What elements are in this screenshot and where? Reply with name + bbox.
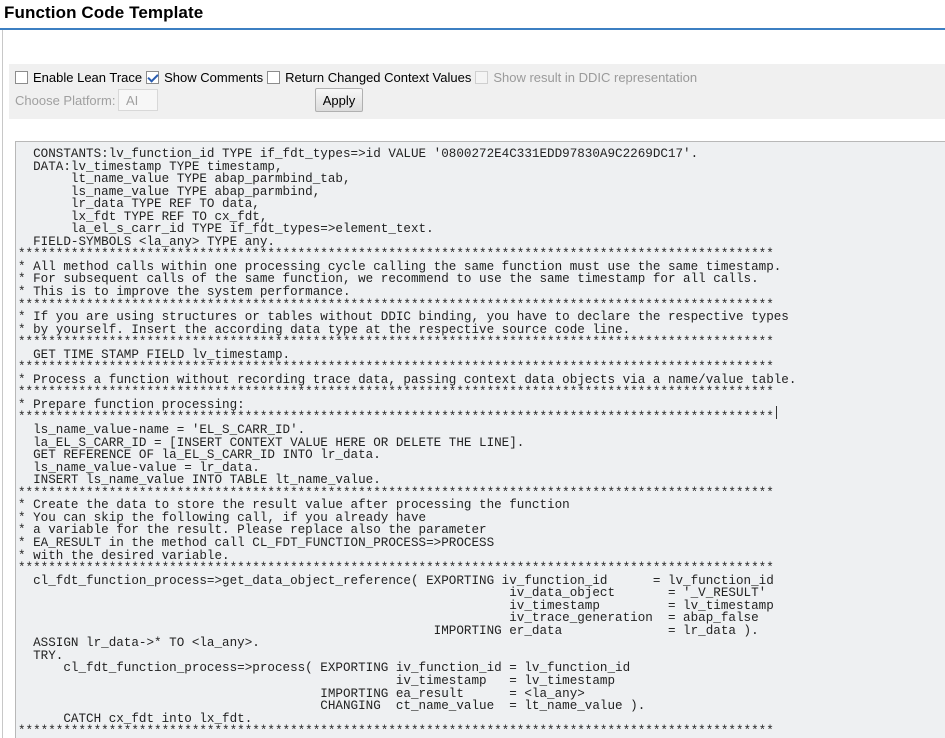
code-text[interactable]: CONSTANTS:lv_function_id TYPE if_fdt_typ… [16, 142, 945, 738]
show-comments-label[interactable]: Show Comments [164, 70, 263, 85]
apply-button[interactable]: Apply [315, 88, 363, 112]
return-changed-context-values-checkbox[interactable] [267, 70, 281, 84]
code-line: ****************************************… [18, 724, 774, 738]
options-panel: Enable Lean Trace Show Comments Return C… [9, 64, 945, 119]
enable-lean-trace-label[interactable]: Enable Lean Trace [33, 70, 142, 85]
page-title: Function Code Template [4, 3, 204, 22]
code-editor[interactable]: CONSTANTS:lv_function_id TYPE if_fdt_typ… [15, 141, 945, 738]
choose-platform-label: Choose Platform: [15, 93, 116, 108]
return-changed-context-values-label[interactable]: Return Changed Context Values [285, 70, 471, 85]
left-divider [2, 30, 3, 738]
show-ddic-representation-label: Show result in DDIC representation [493, 69, 698, 85]
show-ddic-representation-checkbox [475, 70, 489, 84]
show-comments-checkbox[interactable] [146, 70, 160, 84]
title-bar: Function Code Template [0, 0, 945, 30]
text-cursor [776, 406, 777, 419]
checkbox-row: Enable Lean Trace Show Comments Return C… [15, 68, 701, 86]
enable-lean-trace-checkbox[interactable] [15, 70, 28, 84]
platform-input[interactable]: AI [118, 89, 158, 111]
